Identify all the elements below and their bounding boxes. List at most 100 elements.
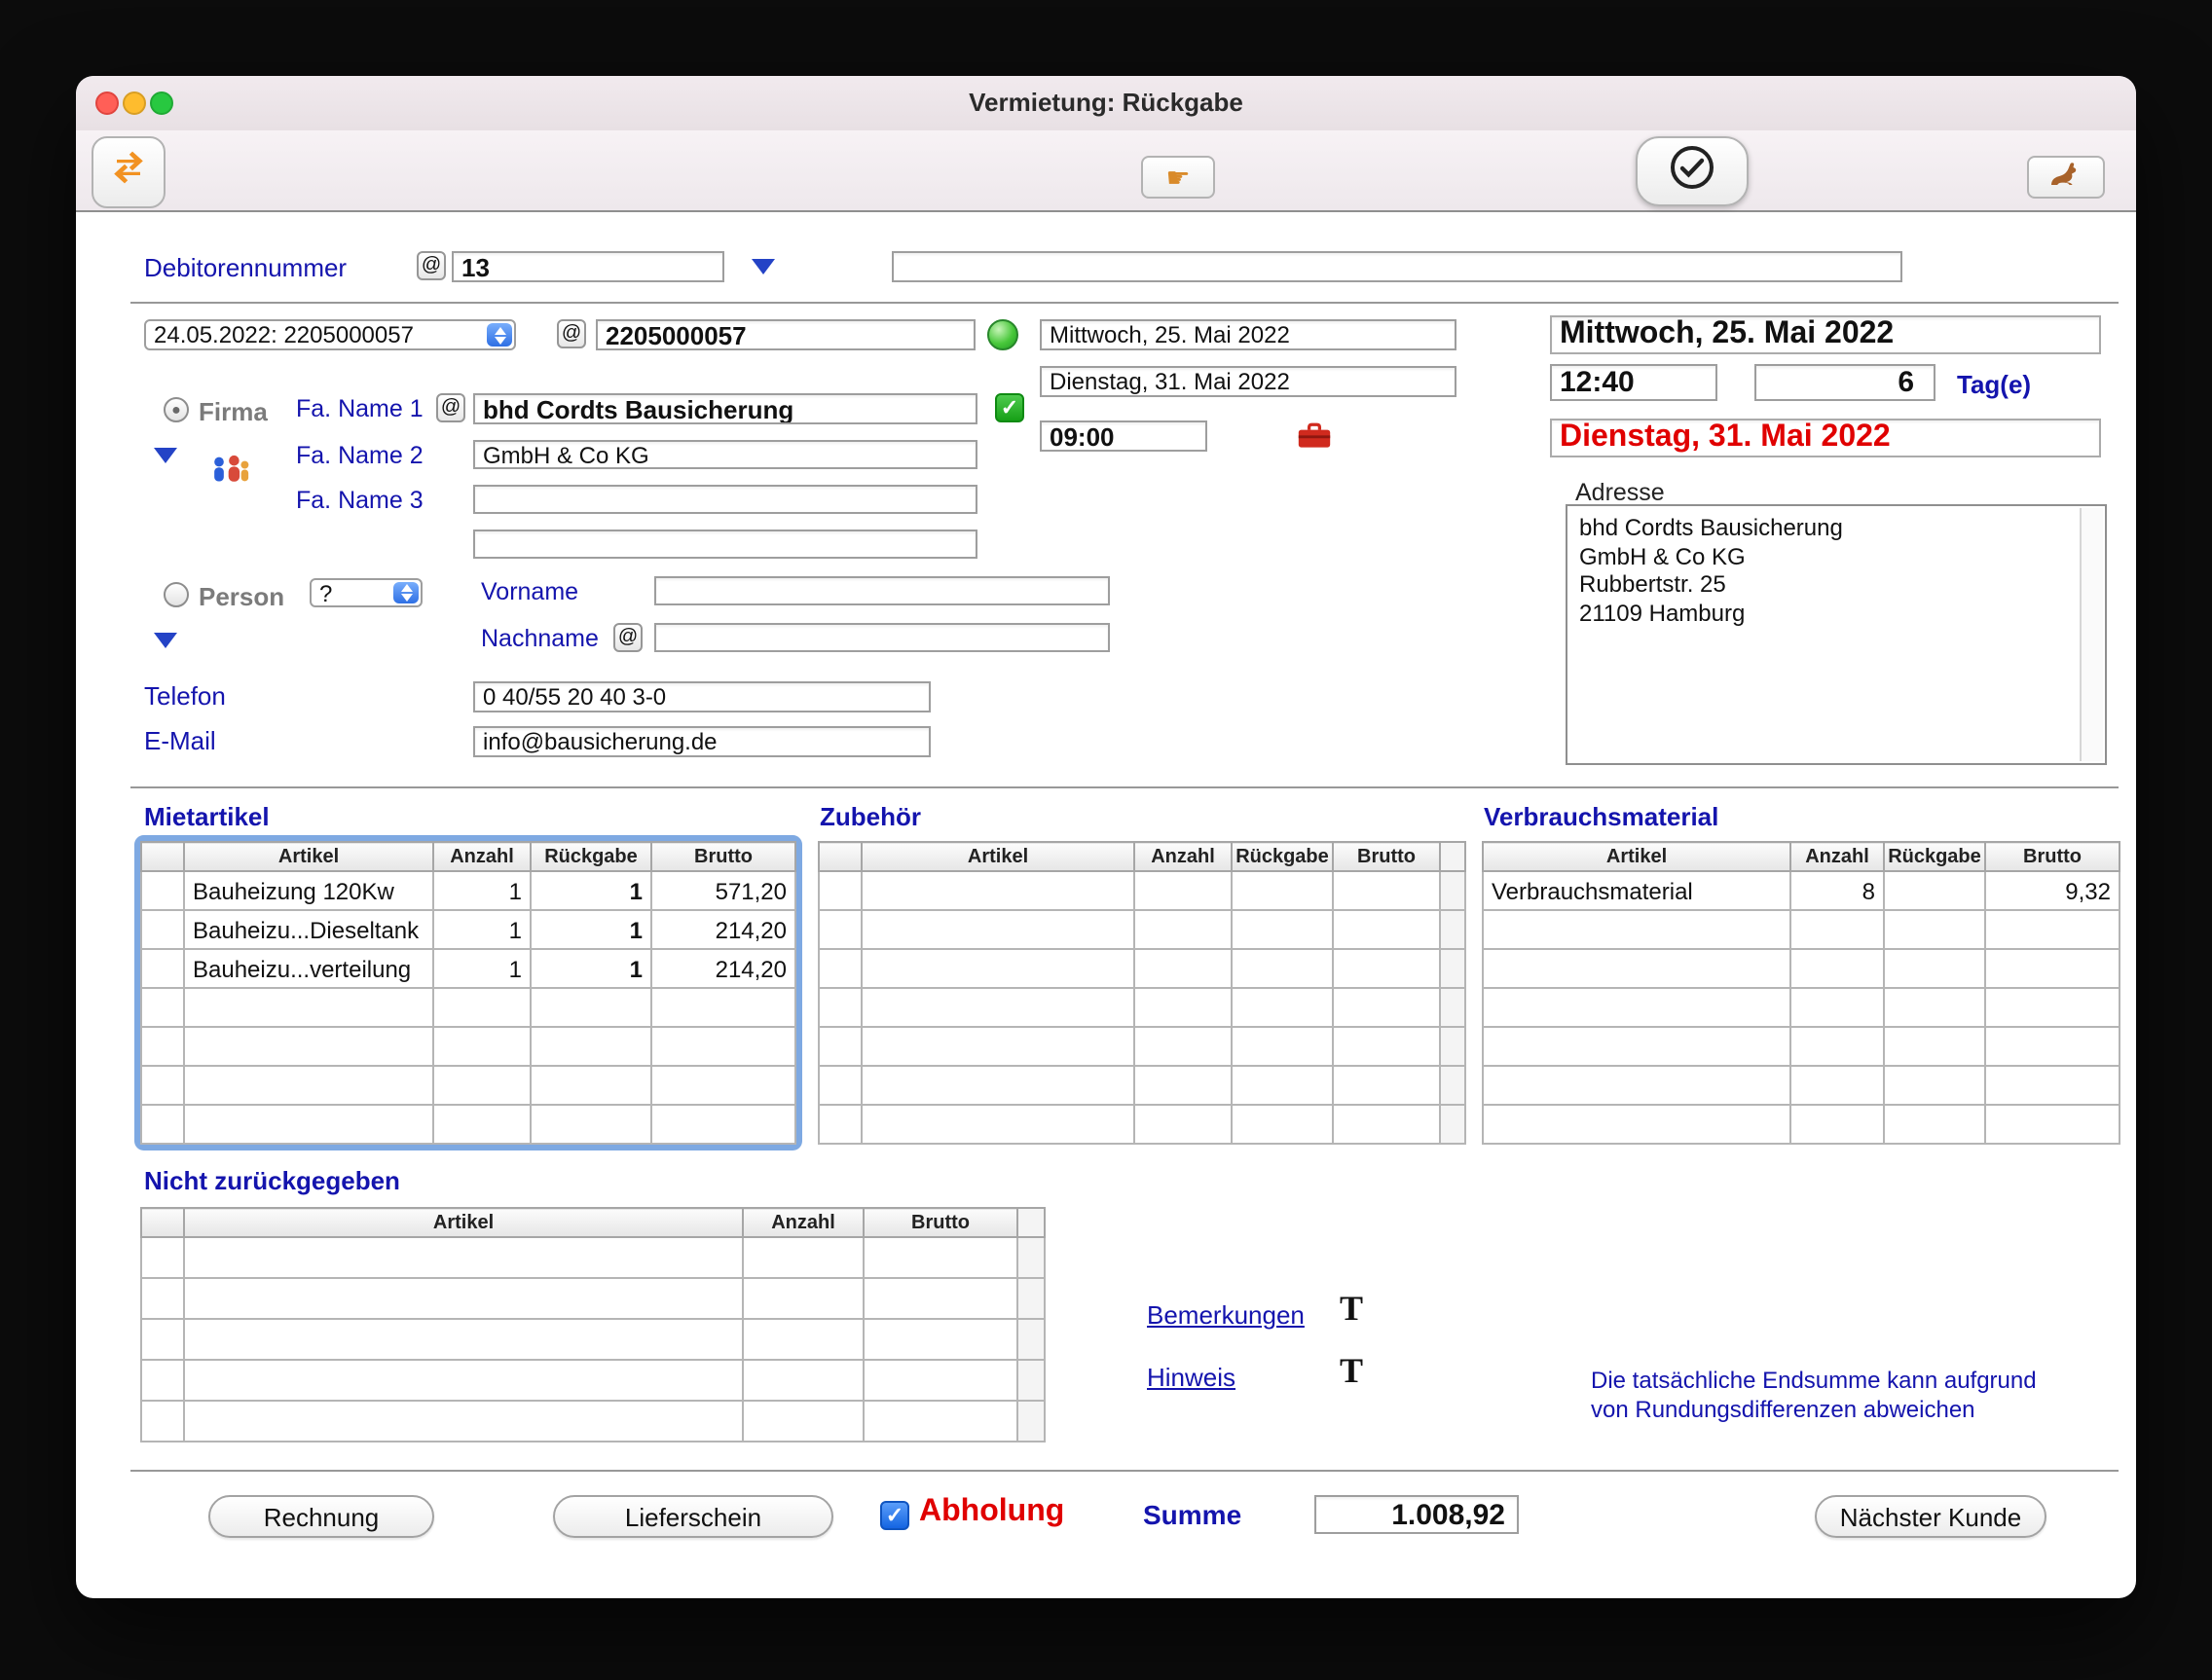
table-row[interactable]	[1482, 1065, 2120, 1106]
confirm-button[interactable]	[1636, 136, 1749, 206]
briefcase-icon[interactable]	[1297, 420, 1332, 459]
hinweis-link[interactable]: Hinweis	[1147, 1363, 1235, 1392]
days-field[interactable]: 6	[1754, 364, 1936, 401]
naechster-kunde-button[interactable]: Nächster Kunde	[1815, 1495, 2046, 1538]
abholung-checkbox[interactable]: ✓	[880, 1501, 909, 1530]
table-row[interactable]	[140, 1359, 1046, 1402]
nicht-zurueckgegeben-table[interactable]: Artikel Anzahl Brutto	[140, 1207, 1046, 1443]
divider	[130, 1470, 2119, 1472]
email-input[interactable]: info@bausicherung.de	[473, 726, 931, 757]
adresse-textarea[interactable]: bhd Cordts Bausicherung GmbH & Co KG Rub…	[1566, 504, 2107, 765]
lieferschein-button[interactable]: Lieferschein	[553, 1495, 833, 1538]
minimize-button[interactable]	[123, 91, 146, 115]
table-row[interactable]	[818, 870, 1466, 911]
table-row[interactable]: Bauheizu...verteilung 1 1 214,20	[140, 948, 796, 989]
close-button[interactable]	[95, 91, 119, 115]
zubehoer-table[interactable]: Artikel Anzahl Rückgabe Brutto	[818, 841, 1466, 1145]
table-row[interactable]	[140, 1277, 1046, 1320]
bemerkungen-link[interactable]: Bemerkungen	[1147, 1300, 1305, 1330]
nicht-zurueckgegeben-title: Nicht zurückgegeben	[144, 1166, 400, 1195]
stepper-icon[interactable]	[487, 323, 512, 347]
table-row[interactable]	[818, 1065, 1466, 1106]
mietartikel-table-wrap: Artikel Anzahl Rückgabe Brutto Bauheizung 12…	[140, 841, 796, 1145]
debitor-extra-input[interactable]	[892, 251, 1902, 282]
end-date-display[interactable]: Dienstag, 31. Mai 2022	[1550, 419, 2101, 457]
start-time-field[interactable]: 09:00	[1040, 420, 1207, 452]
firma-dropdown-arrow[interactable]	[154, 448, 177, 463]
adresse-scrollbar[interactable]	[2080, 508, 2103, 761]
orange-swap-arrows-icon	[105, 144, 152, 201]
person-type-select[interactable]: ?	[310, 578, 423, 607]
table-row[interactable]	[1482, 1104, 2120, 1145]
debitor-dropdown-arrow[interactable]	[752, 259, 775, 274]
stepper-icon[interactable]	[393, 582, 419, 603]
vorname-input[interactable]	[654, 576, 1110, 605]
fa-name2-input[interactable]: GmbH & Co KG	[473, 440, 977, 469]
table-row[interactable]	[140, 1026, 796, 1067]
rental-end-date-field[interactable]: Dienstag, 31. Mai 2022	[1040, 366, 1456, 397]
mietartikel-table[interactable]: Artikel Anzahl Rückgabe Brutto Bauheizung 12…	[140, 841, 796, 1145]
rental-history-select[interactable]: 24.05.2022: 2205000057	[144, 319, 516, 350]
rental-start-date-field[interactable]: Mittwoch, 25. Mai 2022	[1040, 319, 1456, 350]
table-row[interactable]	[1482, 948, 2120, 989]
nachname-input[interactable]	[654, 623, 1110, 652]
fa-name4-input[interactable]	[473, 530, 977, 559]
email-label: E-Mail	[144, 726, 216, 755]
return-date-display[interactable]: Mittwoch, 25. Mai 2022	[1550, 315, 2101, 354]
fa-name1-checkbox[interactable]: ✓	[995, 393, 1024, 422]
rental-at-button[interactable]: @	[557, 319, 586, 348]
table-row[interactable]	[140, 1400, 1046, 1443]
table-row[interactable]	[818, 909, 1466, 950]
zoom-button[interactable]	[150, 91, 173, 115]
rental-number-input[interactable]: 2205000057	[596, 319, 976, 350]
fa-name1-input[interactable]: bhd Cordts Bausicherung	[473, 393, 977, 424]
fa-name3-input[interactable]	[473, 485, 977, 514]
table-row[interactable]	[140, 1065, 796, 1106]
zubehoer-table-wrap: Artikel Anzahl Rückgabe Brutto	[818, 841, 1466, 1145]
table-row[interactable]	[1482, 987, 2120, 1028]
summe-label: Summe	[1143, 1499, 1242, 1530]
debitor-at-button[interactable]: @	[417, 251, 446, 280]
disclaimer-text: Die tatsächliche Endsumme kann aufgrund …	[1591, 1367, 2037, 1425]
table-row[interactable]	[818, 1104, 1466, 1145]
goto-button[interactable]: ☛	[1141, 156, 1215, 199]
verbrauchsmaterial-table[interactable]: Artikel Anzahl Rückgabe Brutto Verbrauchsmat…	[1482, 841, 2120, 1145]
module-button[interactable]	[92, 136, 166, 208]
table-row[interactable]	[818, 987, 1466, 1028]
table-row[interactable]	[140, 1236, 1046, 1279]
hinweis-text-icon[interactable]: T	[1340, 1351, 1363, 1392]
person-radio[interactable]	[164, 582, 189, 607]
rechnung-button[interactable]: Rechnung	[208, 1495, 434, 1538]
adresse-text: bhd Cordts Bausicherung GmbH & Co KG Rub…	[1579, 514, 1843, 626]
window-title: Vermietung: Rückgabe	[969, 88, 1243, 117]
firma-radio[interactable]: ●	[164, 397, 189, 422]
person-dropdown-arrow[interactable]	[154, 633, 177, 648]
table-row[interactable]	[818, 948, 1466, 989]
nachname-at-button[interactable]: @	[613, 623, 643, 652]
adresse-label: Adresse	[1575, 479, 1665, 506]
table-row[interactable]	[818, 1026, 1466, 1067]
fa-name1-label: Fa. Name 1	[296, 395, 424, 422]
table-row[interactable]	[1482, 1026, 2120, 1067]
return-time-field[interactable]: 12:40	[1550, 364, 1717, 401]
screen: Vermietung: Rückgabe ☛ Debitorennummer @…	[0, 0, 2212, 1680]
table-row[interactable]	[1482, 909, 2120, 950]
table-row[interactable]	[140, 1104, 796, 1145]
table-row[interactable]: Verbrauchsmaterial 8 9,32	[1482, 870, 2120, 911]
bemerkungen-text-icon[interactable]: T	[1340, 1289, 1363, 1330]
family-icon[interactable]	[208, 454, 251, 494]
table-row[interactable]	[140, 987, 796, 1028]
abholung-label: Abholung	[919, 1495, 1065, 1528]
fa-name1-at-button[interactable]: @	[436, 393, 465, 422]
check-circle-icon	[1669, 143, 1715, 200]
debitor-input[interactable]: 13	[452, 251, 724, 282]
table-row[interactable]: Bauheizu...Dieseltank 1 1 214,20	[140, 909, 796, 950]
divider	[130, 786, 2119, 788]
table-row[interactable]: Bauheizung 120Kw 1 1 571,20	[140, 870, 796, 911]
days-label: Tag(e)	[1957, 370, 2032, 399]
kangaroo-button[interactable]	[2027, 156, 2105, 199]
person-type-value: ?	[319, 579, 333, 606]
table-row[interactable]	[140, 1318, 1046, 1361]
telefon-input[interactable]: 0 40/55 20 40 3-0	[473, 681, 931, 712]
status-green-indicator	[987, 319, 1018, 350]
